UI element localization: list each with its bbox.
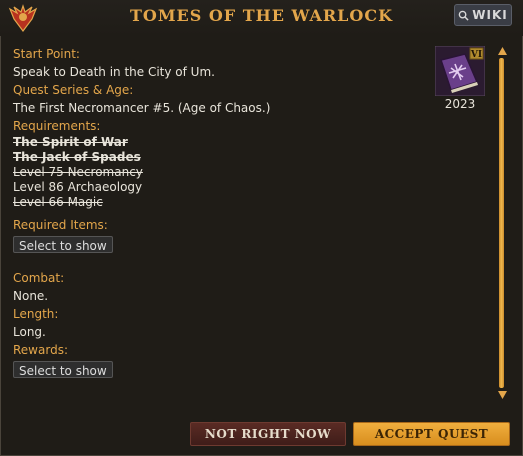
rewards-show-button[interactable]: Select to show	[13, 361, 113, 378]
wiki-label: WIKI	[472, 8, 508, 22]
requirement-item: Level 75 Necromancy	[13, 165, 143, 179]
series-label: Quest Series & Age:	[13, 83, 134, 97]
length-label: Length:	[13, 307, 59, 321]
required-items-show-button[interactable]: Select to show	[13, 236, 113, 253]
badge-label: VI	[470, 50, 482, 60]
requirement-item: Level 66 Magic	[13, 195, 103, 209]
combat-value: None.	[13, 289, 49, 303]
spellbook-icon: VI	[435, 46, 485, 96]
wiki-button[interactable]: WIKI	[454, 4, 512, 26]
release-year: 2023	[444, 97, 476, 111]
required-items-label: Required Items:	[13, 218, 108, 232]
requirement-item: The Jack of Spades	[13, 150, 141, 164]
accept-quest-button[interactable]: ACCEPT QUEST	[353, 422, 510, 446]
scroll-down-arrow-icon[interactable]	[497, 390, 508, 400]
series-value: The First Necromancer #5. (Age of Chaos.…	[13, 101, 271, 115]
requirement-item: The Spirit of War	[13, 135, 128, 149]
search-icon	[458, 10, 469, 21]
dialog-title: TOMES OF THE WARLOCK	[129, 6, 393, 25]
dialog-header: TOMES OF THE WARLOCK WIKI	[0, 0, 523, 36]
combat-label: Combat:	[13, 271, 65, 285]
scrollbar-thumb[interactable]	[499, 58, 504, 388]
quest-details: Start Point: Speak to Death in the City …	[13, 45, 433, 380]
requirements-label: Requirements:	[13, 119, 101, 133]
length-value: Long.	[13, 325, 46, 339]
rewards-label: Rewards:	[13, 343, 68, 357]
start-point-label: Start Point:	[13, 47, 80, 61]
scroll-up-arrow-icon[interactable]	[497, 46, 508, 56]
start-point-value: Speak to Death in the City of Um.	[13, 65, 215, 79]
not-right-now-button[interactable]: NOT RIGHT NOW	[190, 422, 346, 446]
requirement-item: Level 86 Archaeology	[13, 180, 143, 194]
